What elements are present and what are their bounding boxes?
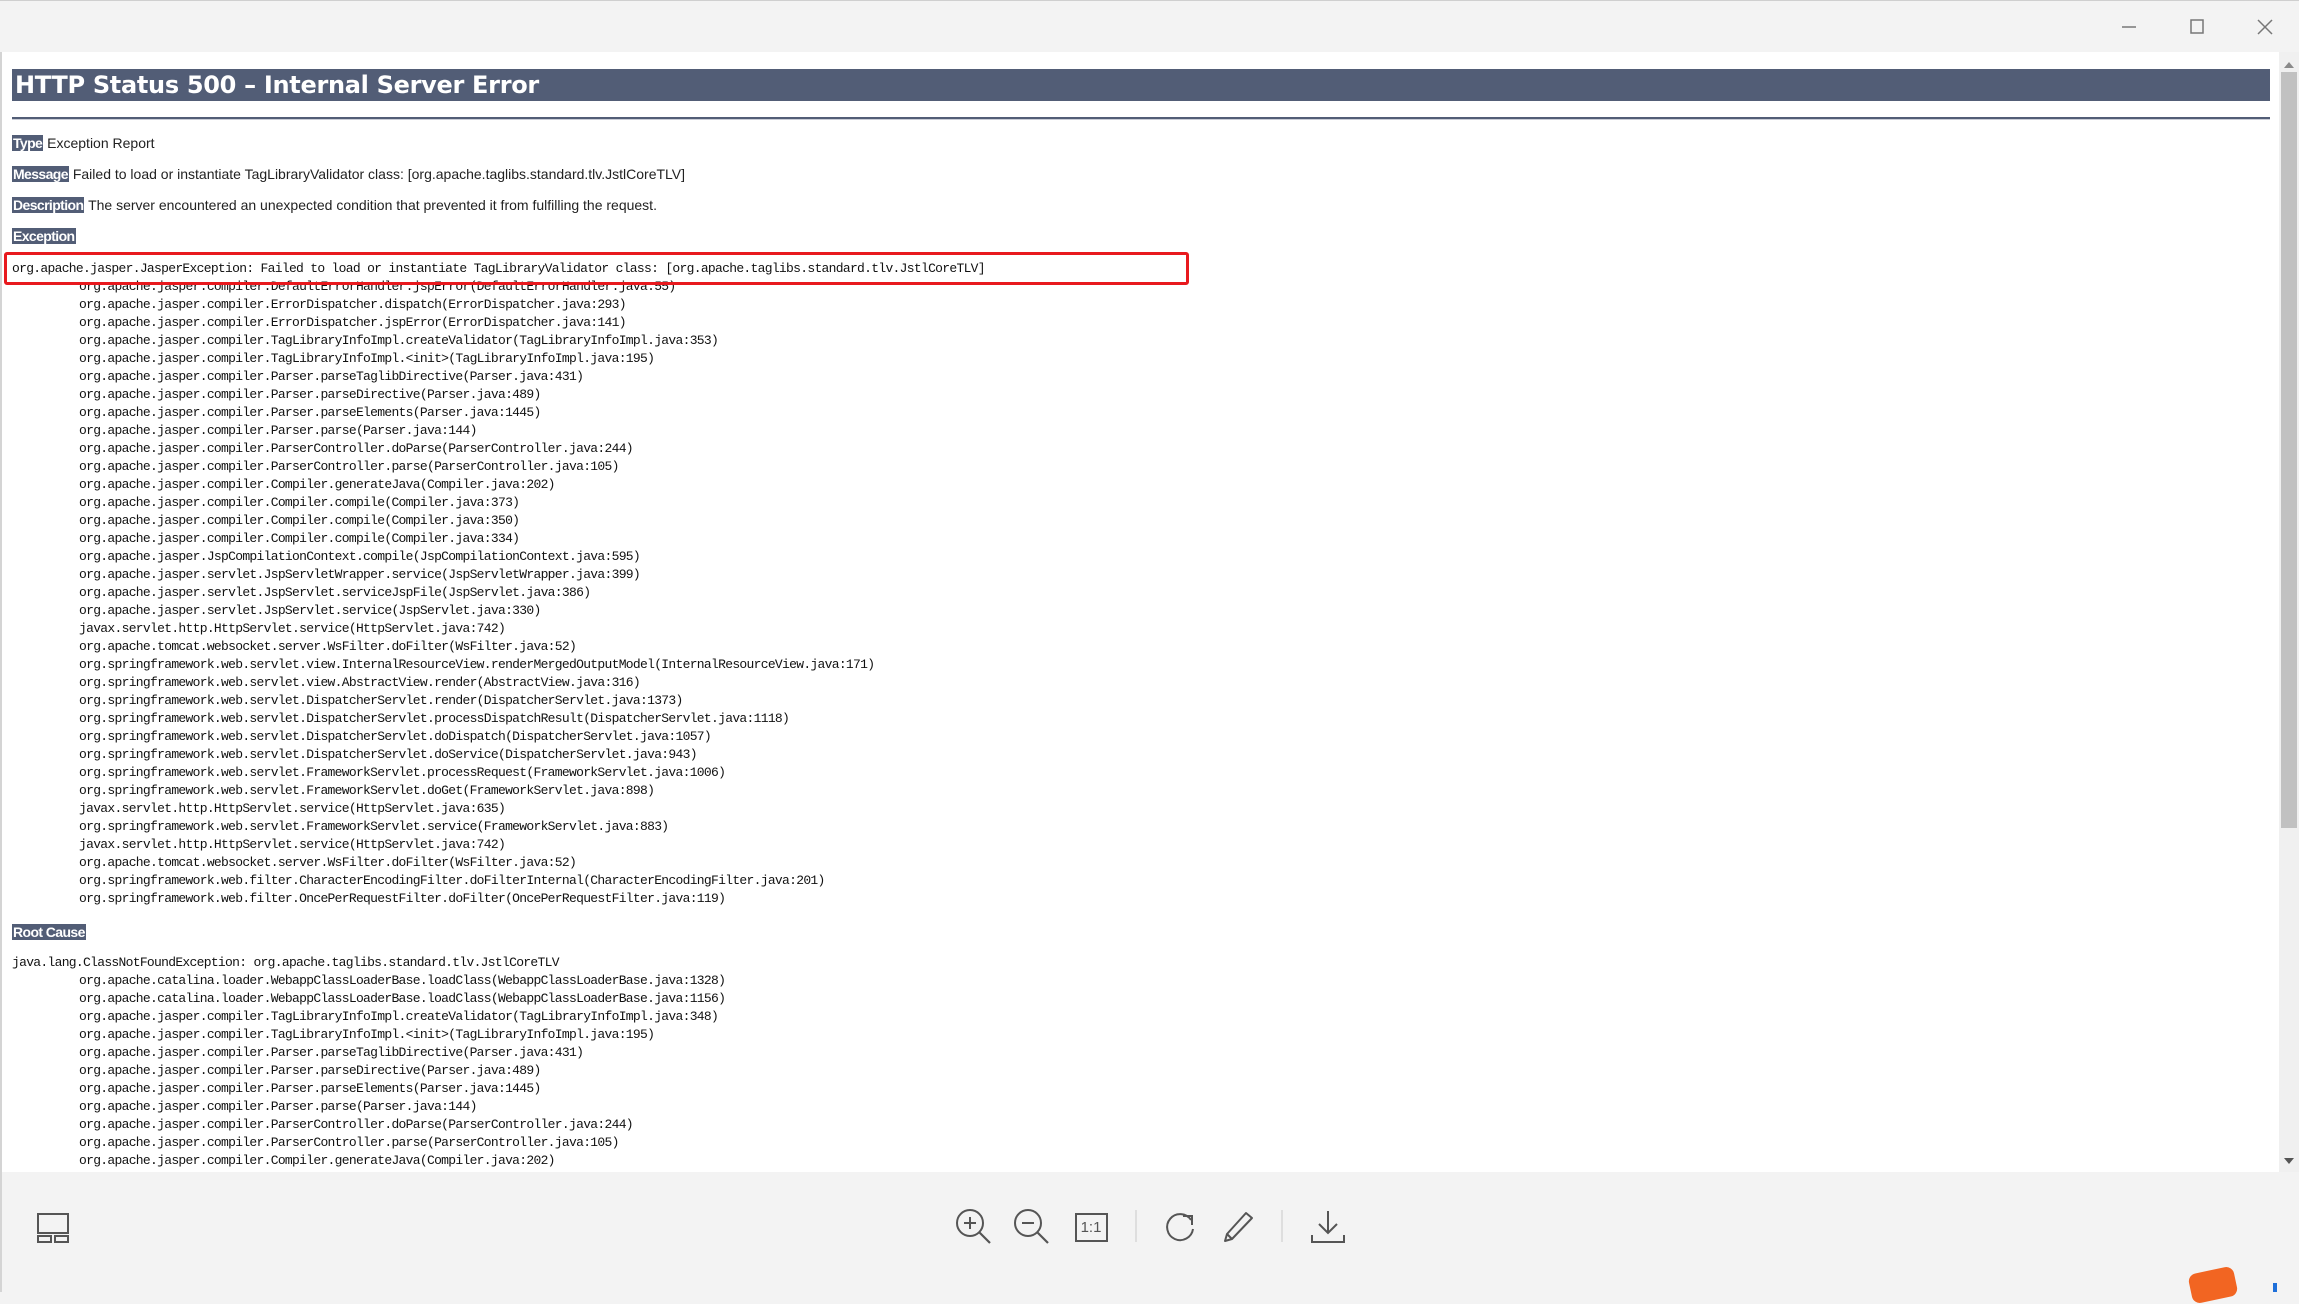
stack-frame: org.springframework.web.servlet.view.Int… — [79, 657, 875, 672]
stack-frame: org.apache.jasper.compiler.ParserControl… — [79, 441, 634, 456]
stack-frame: org.apache.jasper.compiler.TagLibraryInf… — [79, 351, 655, 366]
stack-frame: org.apache.jasper.compiler.Parser.parseT… — [79, 1045, 584, 1060]
root-cause-label: Root Cause — [12, 924, 86, 940]
stack-frame: org.springframework.web.servlet.view.Abs… — [79, 675, 641, 690]
root-cause-head: java.lang.ClassNotFoundException: org.ap… — [12, 955, 560, 970]
stack-frame: javax.servlet.http.HttpServlet.service(H… — [79, 801, 506, 816]
stack-frame: org.apache.jasper.compiler.Parser.parseT… — [79, 369, 584, 384]
stack-frame: org.apache.jasper.compiler.Parser.parseD… — [79, 1063, 541, 1078]
stack-frame: org.springframework.web.servlet.Dispatch… — [79, 711, 790, 726]
pencil-icon — [1224, 1212, 1253, 1242]
stack-frame: org.apache.jasper.compiler.ParserControl… — [79, 1135, 619, 1150]
stack-frame: javax.servlet.http.HttpServlet.service(H… — [79, 837, 506, 852]
stack-frame: org.apache.jasper.compiler.Parser.parse(… — [79, 1099, 477, 1114]
description-label: Description — [12, 197, 85, 213]
zoom-in-icon — [956, 1209, 991, 1244]
stack-frame: org.apache.tomcat.websocket.server.WsFil… — [79, 639, 577, 654]
stack-frame: org.springframework.web.filter.OncePerRe… — [79, 891, 726, 906]
stack-frame: org.apache.jasper.compiler.Parser.parseE… — [79, 1081, 541, 1096]
root-cause-row: Root Cause — [12, 923, 86, 941]
root-cause-stack-trace: java.lang.ClassNotFoundException: org.ap… — [10, 954, 726, 1170]
stack-frame: org.springframework.web.servlet.Dispatch… — [79, 693, 683, 708]
toolbar-separator — [1135, 1210, 1137, 1242]
message-value: Failed to load or instantiate TagLibrary… — [72, 166, 686, 182]
stack-frame: org.springframework.web.servlet.Dispatch… — [79, 729, 712, 744]
divider — [12, 117, 2270, 120]
actual-size-button[interactable]: 1:1 — [1069, 1205, 1113, 1249]
vertical-scrollbar[interactable] — [2279, 52, 2299, 1172]
stack-frame: org.springframework.web.servlet.Framewor… — [79, 783, 655, 798]
exception-stack-trace: org.apache.jasper.JasperException: Faile… — [10, 260, 986, 908]
edit-button[interactable] — [1216, 1205, 1260, 1249]
stack-frame: org.apache.catalina.loader.WebappClassLo… — [79, 973, 726, 988]
highlight-annotation-box — [4, 252, 1189, 285]
viewer-toolbar: 1:1 — [0, 1172, 2299, 1292]
thumbnails-icon — [37, 1213, 69, 1243]
rotate-button[interactable] — [1158, 1205, 1202, 1249]
type-value: Exception Report — [47, 135, 155, 151]
close-icon — [2257, 19, 2273, 35]
stack-frame: org.apache.catalina.loader.WebappClassLo… — [79, 991, 726, 1006]
close-button[interactable] — [2243, 9, 2287, 45]
thumbnails-button[interactable] — [31, 1205, 75, 1249]
actual-size-label: 1:1 — [1080, 1218, 1102, 1236]
zoom-out-button[interactable] — [1010, 1205, 1054, 1249]
stack-frame: org.apache.jasper.compiler.ErrorDispatch… — [79, 297, 627, 312]
exception-label: Exception — [12, 228, 76, 244]
stack-frame: org.apache.jasper.servlet.JspServletWrap… — [79, 567, 641, 582]
stack-frame: org.apache.jasper.compiler.Compiler.comp… — [79, 495, 520, 510]
stack-frame: org.apache.jasper.compiler.Compiler.gene… — [79, 1153, 555, 1168]
maximize-icon — [2190, 19, 2204, 34]
stack-frame: org.apache.jasper.compiler.Parser.parseD… — [79, 387, 541, 402]
stack-frame: org.apache.jasper.compiler.ParserControl… — [79, 459, 619, 474]
message-row: Message Failed to load or instantiate Ta… — [12, 165, 685, 183]
download-icon — [1311, 1211, 1345, 1243]
stack-frame: org.apache.jasper.compiler.Compiler.comp… — [79, 531, 520, 546]
minimize-button[interactable] — [2107, 9, 2151, 45]
scroll-down-arrow[interactable] — [2284, 1158, 2294, 1164]
type-row: Type Exception Report — [12, 134, 155, 152]
stack-frame: org.apache.tomcat.websocket.server.WsFil… — [79, 855, 577, 870]
rotate-icon — [1166, 1213, 1194, 1242]
stack-frame: org.apache.jasper.compiler.TagLibraryInf… — [79, 1009, 719, 1024]
stack-frame: org.apache.jasper.compiler.Parser.parse(… — [79, 423, 477, 438]
stack-frame: org.apache.jasper.compiler.Parser.parseE… — [79, 405, 541, 420]
stack-frame: org.apache.jasper.servlet.JspServlet.ser… — [79, 585, 591, 600]
stack-frame: org.apache.jasper.compiler.ParserControl… — [79, 1117, 634, 1132]
message-label: Message — [12, 166, 69, 182]
minimize-icon — [2122, 26, 2136, 28]
scroll-up-arrow[interactable] — [2284, 62, 2294, 68]
stack-frame: org.springframework.web.servlet.Framewor… — [79, 819, 669, 834]
stack-frame: org.apache.jasper.compiler.Compiler.comp… — [79, 513, 520, 528]
stack-frame: org.apache.jasper.servlet.JspServlet.ser… — [79, 603, 541, 618]
type-label: Type — [12, 135, 44, 151]
stack-frame: org.apache.jasper.JspCompilationContext.… — [79, 549, 641, 564]
stack-frame: org.springframework.web.filter.Character… — [79, 873, 825, 888]
description-value: The server encountered an unexpected con… — [88, 197, 657, 213]
maximize-button[interactable] — [2175, 9, 2219, 45]
exception-row: Exception — [12, 227, 76, 245]
zoom-out-icon — [1014, 1209, 1049, 1244]
app-logo-accent — [2273, 1283, 2277, 1292]
stack-frame: org.springframework.web.servlet.Framewor… — [79, 765, 726, 780]
image-viewer-content: HTTP Status 500 – Internal Server Error … — [0, 52, 2299, 1172]
stack-frame: javax.servlet.http.HttpServlet.service(H… — [79, 621, 506, 636]
download-button[interactable] — [1306, 1205, 1350, 1249]
stack-frame: org.apache.jasper.compiler.ErrorDispatch… — [79, 315, 627, 330]
description-row: Description The server encountered an un… — [12, 196, 657, 214]
page-title: HTTP Status 500 – Internal Server Error — [12, 69, 2270, 101]
window-title-bar — [0, 0, 2299, 52]
stack-frame: org.springframework.web.servlet.Dispatch… — [79, 747, 698, 762]
stack-frame: org.apache.jasper.compiler.TagLibraryInf… — [79, 333, 719, 348]
actual-size-icon: 1:1 — [1074, 1212, 1108, 1242]
scrollbar-thumb[interactable] — [2281, 72, 2297, 828]
stack-frame: org.apache.jasper.compiler.Compiler.gene… — [79, 477, 555, 492]
zoom-in-button[interactable] — [952, 1205, 996, 1249]
stack-frame: org.apache.jasper.compiler.TagLibraryInf… — [79, 1027, 655, 1042]
toolbar-separator — [1281, 1210, 1283, 1242]
